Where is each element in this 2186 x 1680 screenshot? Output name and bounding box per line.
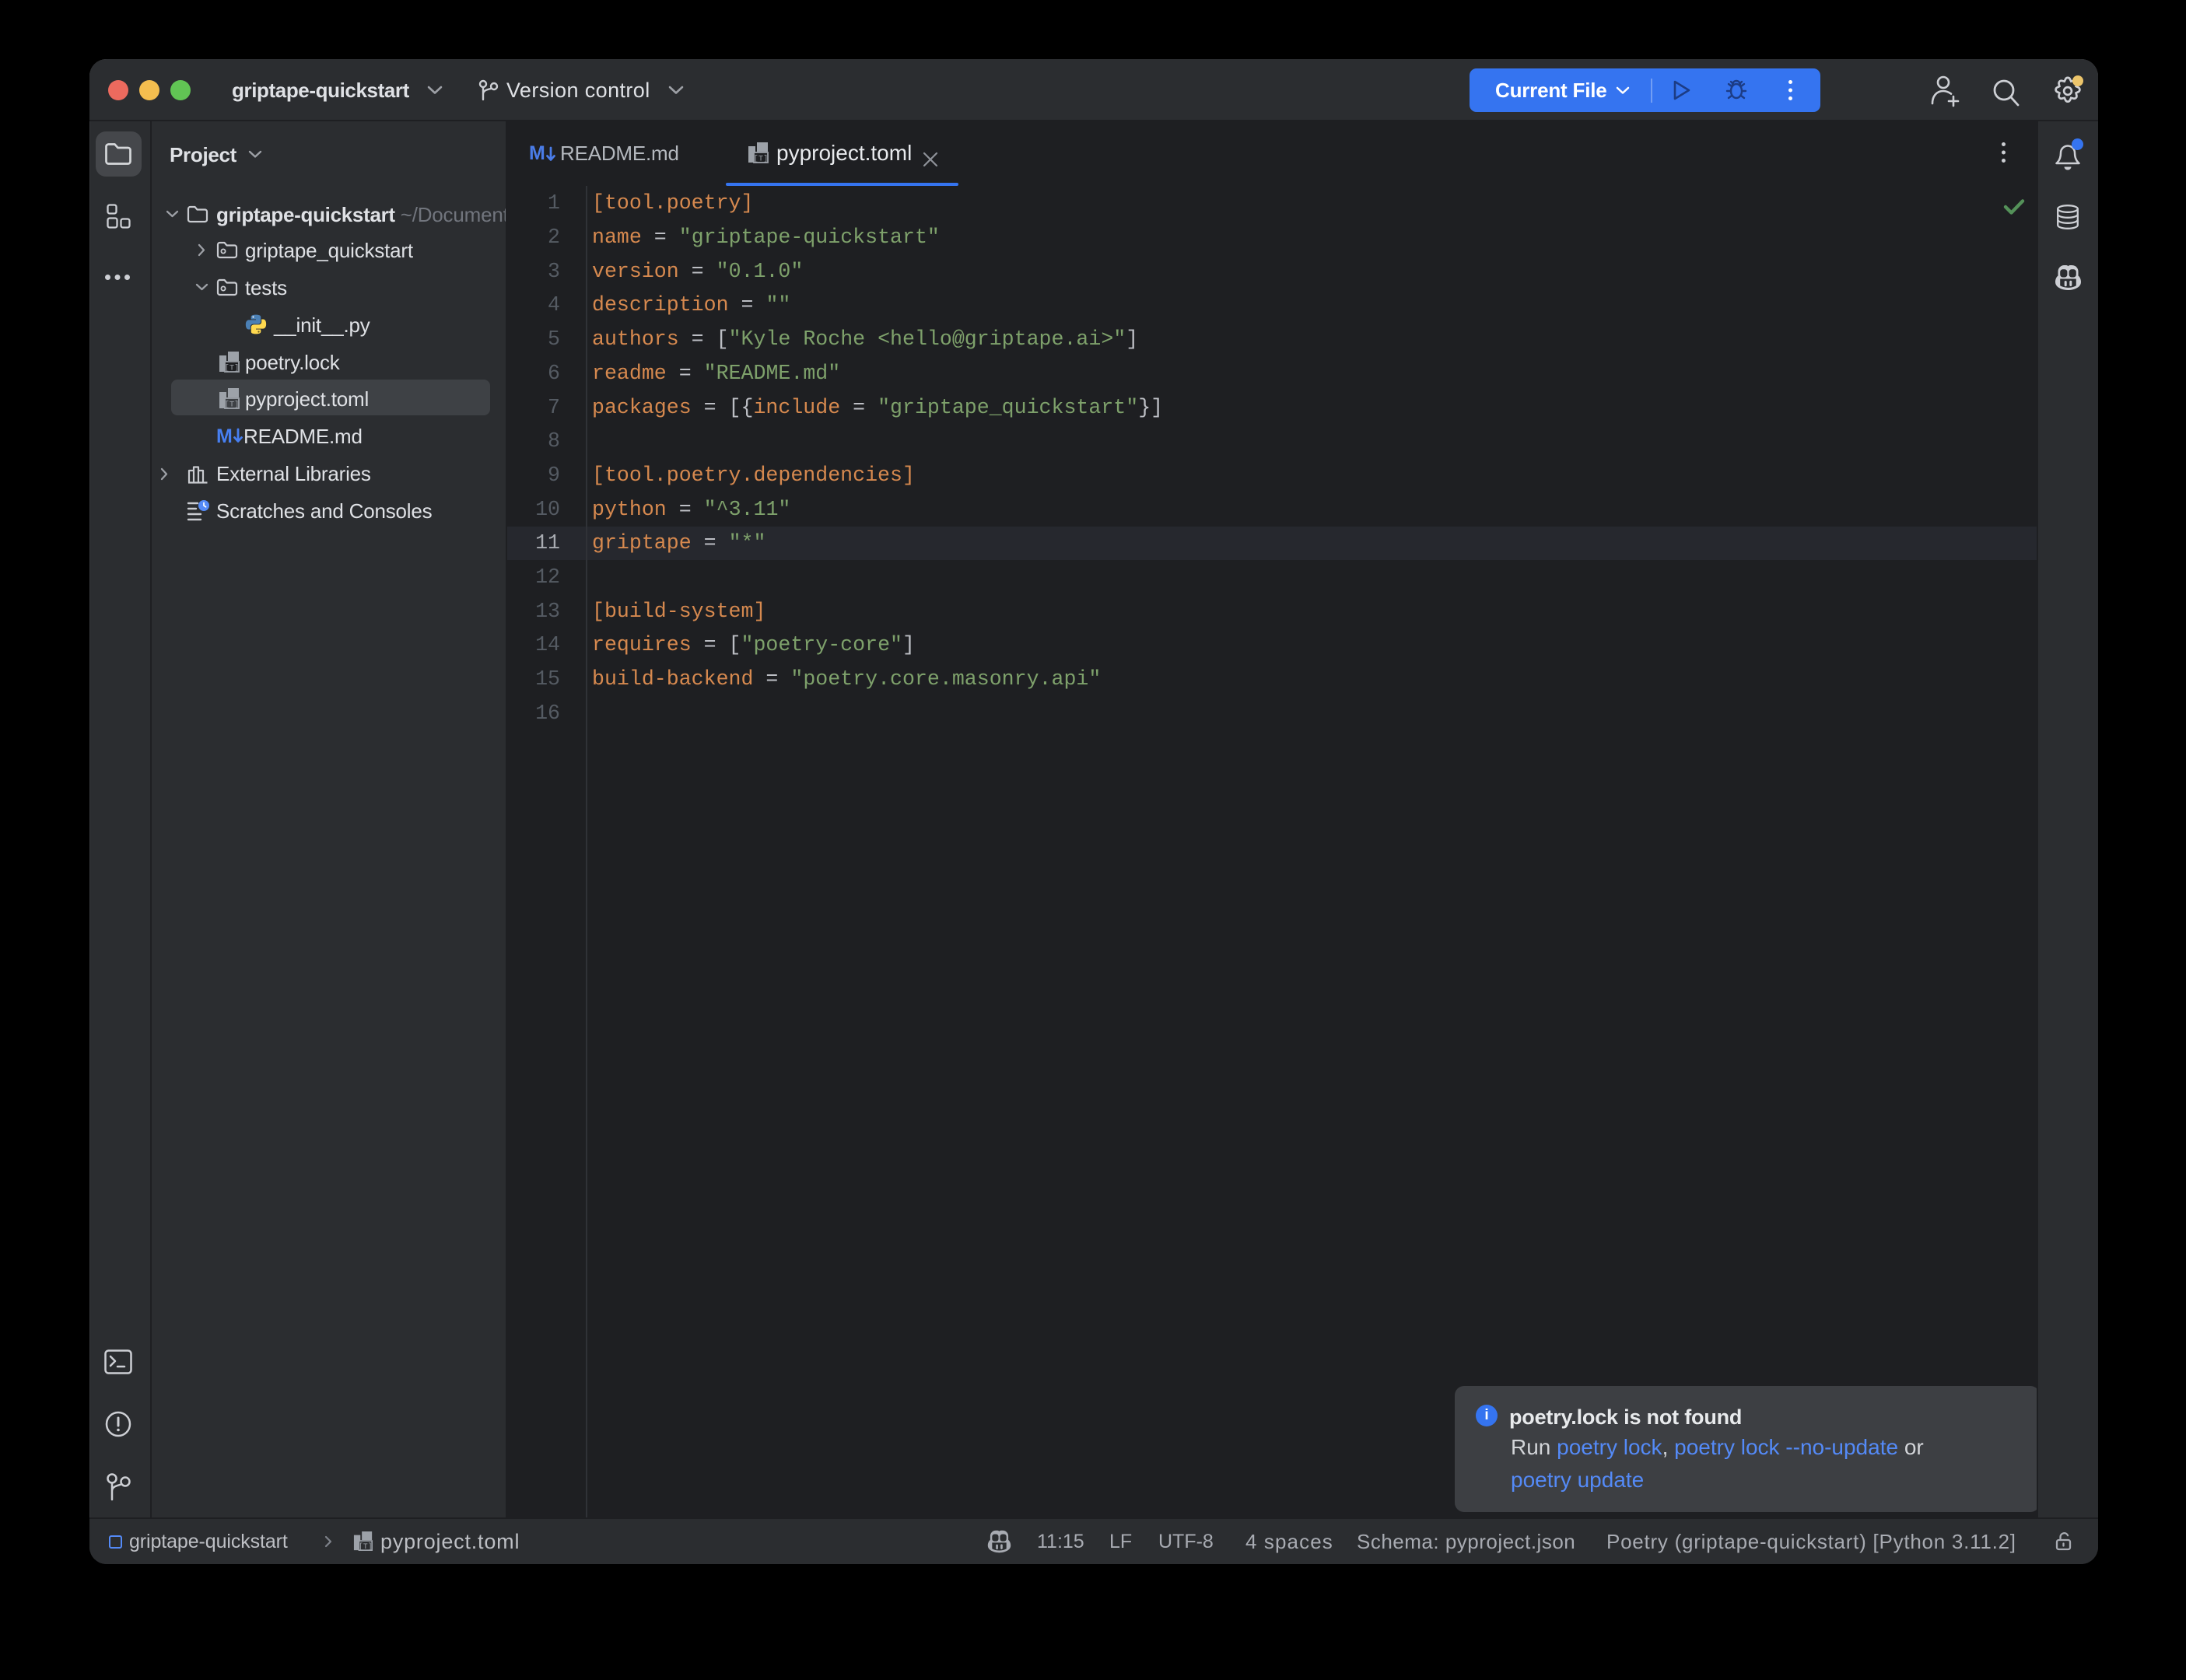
svg-text:[T]: [T] (225, 401, 240, 410)
svg-text:[T]: [T] (359, 1542, 373, 1551)
svg-text:[T]: [T] (225, 364, 240, 373)
svg-text:[T]: [T] (754, 155, 769, 164)
